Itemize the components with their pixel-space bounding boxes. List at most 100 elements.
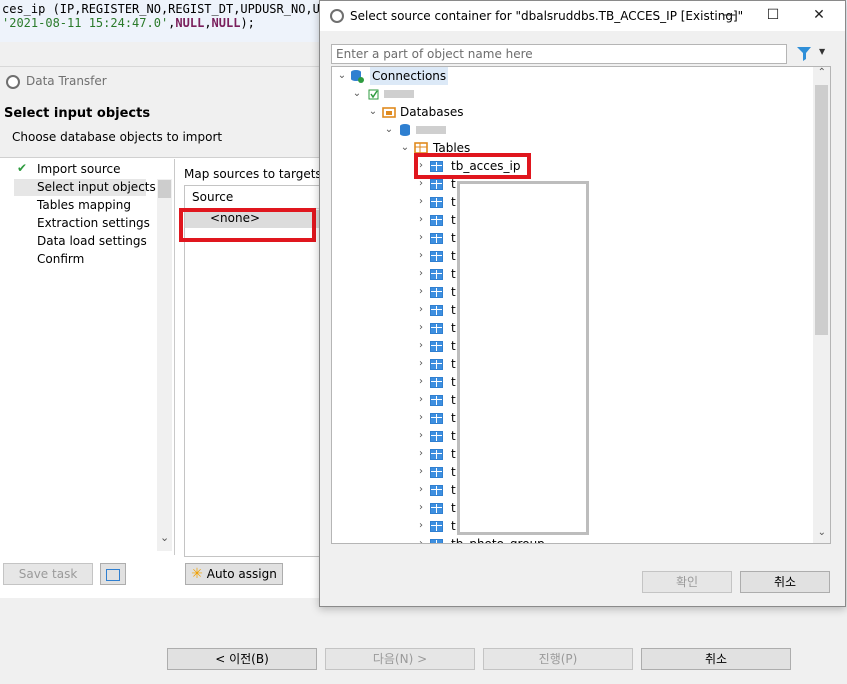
back-button[interactable]: < 이전(B) (167, 648, 317, 670)
chevron-right-icon[interactable]: › (416, 463, 426, 481)
chevron-right-icon[interactable]: › (416, 283, 426, 301)
map-sources-label: Map sources to targets: (184, 167, 326, 181)
connections-icon (351, 70, 364, 83)
table-label: tb_photo_group (451, 537, 545, 544)
highlight-box (414, 153, 531, 179)
container-tree[interactable]: ⌄ Connections ⌄ ⌄ Databases ⌄ ⌄ Tables ›… (331, 66, 831, 544)
table-label: t (451, 249, 456, 263)
table-icon (430, 359, 443, 370)
table-icon (430, 485, 443, 496)
connection-icon (368, 89, 379, 100)
chevron-right-icon[interactable]: › (416, 211, 426, 229)
redacted-area (457, 181, 589, 535)
table-icon (430, 305, 443, 316)
chevron-right-icon[interactable]: › (416, 229, 426, 247)
database-name-redacted (416, 126, 446, 134)
close-button[interactable]: ✕ (803, 4, 835, 26)
auto-assign-button[interactable]: ✳ Auto assign (185, 563, 283, 585)
minimize-button[interactable]: — (713, 4, 745, 26)
step-select-input-objects[interactable]: Select input objects (37, 180, 156, 194)
save-task-button[interactable]: Save task (3, 563, 93, 585)
chevron-down-icon[interactable]: ⌄ (818, 527, 826, 538)
tree-item-tb-acces-ip[interactable]: › tb_acces_ip (332, 157, 815, 175)
tree-item-connections[interactable]: ⌄ Connections (332, 67, 815, 85)
ok-button[interactable]: 확인 (642, 571, 732, 593)
maximize-button[interactable]: ☐ (757, 4, 789, 26)
cancel-button[interactable]: 취소 (641, 648, 791, 670)
table-icon (430, 413, 443, 424)
table-icon (430, 431, 443, 442)
connection-name-redacted (384, 90, 414, 98)
table-label: t (451, 267, 456, 281)
chevron-down-icon[interactable]: ⌄ (160, 531, 169, 544)
proceed-button[interactable]: 진행(P) (483, 648, 633, 670)
steps-scroll-thumb[interactable] (158, 180, 171, 198)
chevron-right-icon[interactable]: › (416, 427, 426, 445)
step-import-source[interactable]: Import source (37, 162, 121, 176)
chevron-right-icon[interactable]: › (416, 193, 426, 211)
search-input[interactable]: Enter a part of object name here (331, 44, 787, 64)
folder-icon (382, 107, 396, 118)
dialog-cancel-button[interactable]: 취소 (740, 571, 830, 593)
table-label: t (451, 213, 456, 227)
chevron-right-icon[interactable]: › (416, 499, 426, 517)
chevron-right-icon[interactable]: › (416, 481, 426, 499)
expand-icon[interactable]: ⌄ (368, 103, 378, 121)
table-label: t (451, 195, 456, 209)
chevron-right-icon[interactable]: › (416, 391, 426, 409)
table-icon (430, 215, 443, 226)
chevron-right-icon[interactable]: › (416, 301, 426, 319)
table-label: t (451, 231, 456, 245)
chevron-right-icon[interactable]: › (416, 337, 426, 355)
chevron-right-icon[interactable]: › (416, 319, 426, 337)
tree-item-tb-photo-group[interactable]: › tb_photo_group (332, 535, 815, 544)
highlight-box (179, 208, 316, 242)
chevron-right-icon[interactable]: › (416, 265, 426, 283)
chevron-right-icon[interactable]: › (416, 247, 426, 265)
source-column-header[interactable]: Source (185, 186, 325, 209)
expand-icon[interactable]: ⌄ (384, 121, 394, 139)
task-config-button[interactable] (100, 563, 126, 585)
tree-scroll-thumb[interactable] (815, 85, 828, 335)
dialog-titlebar[interactable]: Select source container for "dbalsruddbs… (320, 1, 845, 31)
step-confirm[interactable]: Confirm (37, 252, 84, 266)
chevron-right-icon[interactable]: › (416, 535, 426, 543)
table-label: t (451, 519, 456, 533)
table-icon (430, 323, 443, 334)
auto-assign-label: Auto assign (206, 567, 277, 581)
chevron-right-icon[interactable]: › (416, 445, 426, 463)
table-icon (430, 287, 443, 298)
table-icon (430, 503, 443, 514)
step-extraction-settings[interactable]: Extraction settings (37, 216, 150, 230)
filter-button[interactable]: ▼ (794, 44, 830, 64)
expand-icon[interactable]: ⌄ (337, 67, 347, 85)
page-title: Select input objects (4, 106, 151, 121)
check-icon: ✔ (17, 161, 28, 175)
steps-scrollbar[interactable] (157, 179, 172, 551)
tree-item-tables[interactable]: ⌄ Tables (332, 139, 815, 157)
dropdown-arrow-icon: ▼ (819, 47, 826, 56)
table-icon (430, 179, 443, 190)
next-button[interactable]: 다음(N) > (325, 648, 475, 670)
step-data-load-settings[interactable]: Data load settings (37, 234, 147, 248)
asterisk-icon: ✳ (191, 566, 203, 582)
chevron-right-icon[interactable]: › (416, 355, 426, 373)
table-label: t (451, 303, 456, 317)
chevron-right-icon[interactable]: › (416, 373, 426, 391)
chevron-right-icon[interactable]: › (416, 517, 426, 535)
expand-icon[interactable]: ⌄ (400, 139, 410, 157)
sql-null: NULL (211, 16, 241, 30)
tree-item-connection[interactable]: ⌄ (332, 85, 815, 103)
expand-icon[interactable]: ⌄ (352, 85, 362, 103)
wizard-steps: ✔ Import source Select input objects Tab… (0, 159, 175, 555)
tree-item-databases[interactable]: ⌄ Databases (332, 103, 815, 121)
app-icon (6, 75, 20, 89)
tree-item-database[interactable]: ⌄ (332, 121, 815, 139)
table-icon (430, 233, 443, 244)
chevron-right-icon[interactable]: › (416, 409, 426, 427)
table-icon (430, 539, 443, 543)
chevron-up-icon[interactable]: ⌃ (818, 67, 826, 78)
table-icon (430, 197, 443, 208)
sql-line-2: '2021-08-11 15:24:47.0',NULL,NULL); (2, 16, 255, 30)
step-tables-mapping[interactable]: Tables mapping (37, 198, 131, 212)
